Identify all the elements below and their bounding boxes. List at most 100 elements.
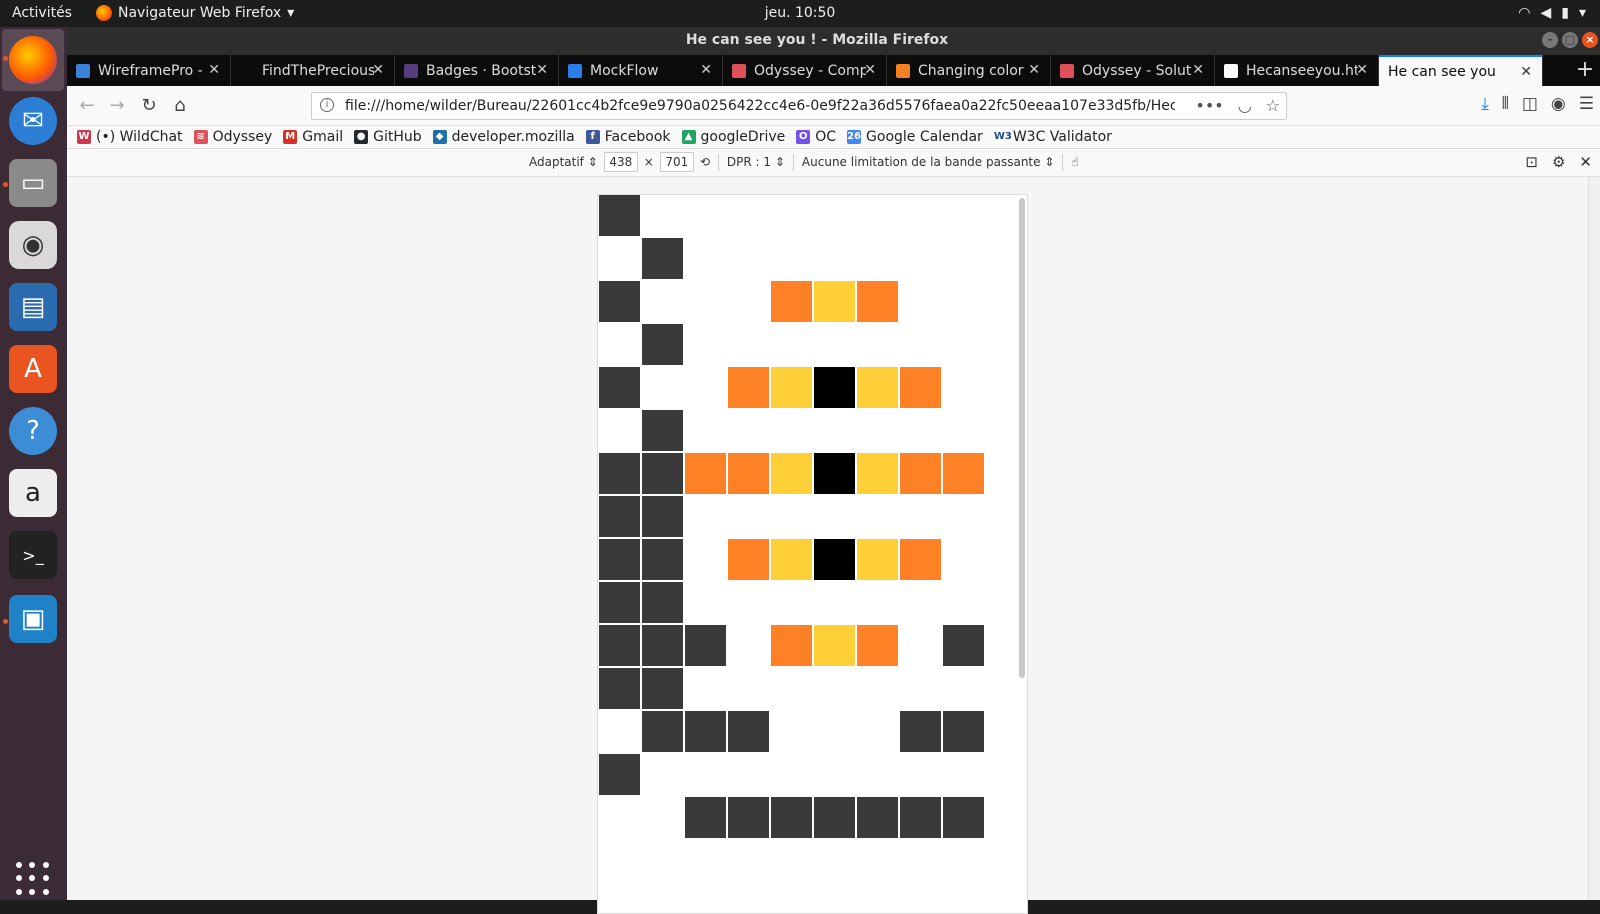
wireframepro-icon — [76, 63, 90, 78]
close-tab-icon[interactable]: ✕ — [1356, 62, 1368, 78]
show-applications-icon[interactable] — [16, 862, 50, 896]
activities-button[interactable]: Activités — [12, 5, 72, 21]
writer-icon[interactable]: ▤ — [9, 283, 57, 331]
grid-cell-dark — [728, 711, 769, 752]
screenshot-icon[interactable]: ⊡ — [1525, 153, 1538, 171]
tab-2[interactable]: Badges · Bootst ✕ — [395, 55, 559, 86]
github-icon — [1224, 63, 1238, 78]
home-icon[interactable]: ⌂ — [168, 94, 192, 118]
viewport-width-input[interactable]: 438 — [603, 152, 638, 172]
rhythmbox-icon[interactable]: ◉ — [9, 221, 57, 269]
software-center-icon[interactable]: A — [9, 345, 57, 393]
page-content-area — [67, 177, 1600, 914]
viewport-height-input[interactable]: 701 — [659, 152, 694, 172]
grid-cell-dark — [900, 797, 941, 838]
close-tab-icon[interactable]: ✕ — [864, 62, 876, 78]
close-rdm-icon[interactable]: ✕ — [1579, 153, 1592, 171]
reload-icon[interactable]: ↻ — [137, 94, 161, 118]
bookmark-8[interactable]: 26 Google Calendar — [847, 129, 983, 145]
page-actions-icon[interactable]: ••• — [1195, 96, 1223, 115]
hamburger-menu-icon[interactable]: ☰ — [1579, 94, 1594, 114]
toolbar-icons: ⤓ ⫴ ◫ ◉ ☰ — [1481, 94, 1594, 114]
wifi-icon[interactable]: ◠ — [1518, 5, 1530, 21]
tab-6[interactable]: Odyssey - Solut ✕ — [1051, 55, 1215, 86]
bookmark-3[interactable]: ● GitHub — [354, 129, 422, 145]
odyssey-icon: ≋ — [193, 130, 208, 144]
tab-5[interactable]: Changing color ✕ — [887, 55, 1051, 86]
volume-icon[interactable]: ◀ — [1540, 5, 1551, 21]
touch-simulation-icon[interactable]: ☝ — [1071, 155, 1078, 169]
tab-4[interactable]: Odyssey - Comp ✕ — [723, 55, 887, 86]
tab-7[interactable]: Hecanseeyou.ht ✕ — [1215, 55, 1379, 86]
url-text[interactable]: file:///home/wilder/Bureau/22601cc4b2fce… — [345, 98, 1175, 114]
grid-cell-dark — [642, 711, 683, 752]
brackets-icon[interactable]: ▣ — [9, 595, 57, 643]
tab-3[interactable]: MockFlow ✕ — [559, 55, 723, 86]
bookmark-6[interactable]: ▲ googleDrive — [681, 129, 785, 145]
github-icon: ● — [354, 130, 369, 144]
account-icon[interactable]: ◉ — [1551, 94, 1566, 114]
tab-label: Odyssey - Solut — [1082, 62, 1192, 79]
mockflow-icon — [568, 63, 582, 78]
app-menu[interactable]: Navigateur Web Firefox ▾ — [96, 5, 294, 21]
tab-label: Odyssey - Comp — [754, 62, 866, 79]
dpr-selector[interactable]: DPR : 1 ⇕ — [727, 155, 785, 169]
bookmark-5[interactable]: f Facebook — [585, 129, 671, 145]
bookmark-7[interactable]: O OC — [796, 129, 836, 145]
help-icon[interactable]: ? — [9, 407, 57, 455]
tab-1[interactable]: FindThePrecious.c✕ — [231, 55, 395, 86]
download-icon[interactable]: ⤓ — [1481, 94, 1489, 114]
info-icon[interactable]: i — [320, 98, 334, 112]
new-tab-button[interactable]: + — [1570, 55, 1600, 86]
bookmark-4[interactable]: ◆ developer.mozilla — [432, 129, 575, 145]
grid-cell-yellow — [771, 453, 812, 494]
bookmark-label: Facebook — [604, 129, 671, 145]
url-bar[interactable]: i file:///home/wilder/Bureau/22601cc4b2f… — [311, 92, 1287, 120]
terminal-icon[interactable]: >_ — [9, 531, 57, 579]
grid-cell-dark — [599, 367, 640, 408]
bookmark-9[interactable]: W3 W3C Validator — [993, 129, 1112, 145]
close-tab-icon[interactable]: ✕ — [372, 62, 384, 78]
grid-cell-orange — [900, 367, 941, 408]
maximize-icon[interactable]: □ — [1562, 32, 1578, 48]
viewport-scrollbar[interactable] — [1019, 198, 1025, 678]
tab-8[interactable]: He can see you ! ✕ — [1379, 55, 1543, 86]
library-icon[interactable]: ⫴ — [1502, 94, 1509, 114]
odyssey-icon — [1060, 63, 1074, 78]
rotate-icon[interactable]: ⟲ — [700, 155, 710, 169]
thunderbird-icon[interactable]: ✉ — [9, 97, 57, 145]
facebook-icon: f — [585, 130, 600, 144]
files-icon[interactable]: ▭ — [9, 159, 57, 207]
settings-gear-icon[interactable]: ⚙ — [1552, 153, 1565, 171]
chevron-down-icon[interactable]: ▾ — [1579, 5, 1586, 21]
forward-arrow-icon[interactable]: → — [105, 94, 129, 118]
blank-page-icon — [240, 63, 254, 78]
bookmark-2[interactable]: M Gmail — [283, 129, 343, 145]
throttling-selector[interactable]: Aucune limitation de la bande passante ⇕ — [802, 155, 1054, 169]
grid-cell-yellow — [814, 281, 855, 322]
close-tab-icon[interactable]: ✕ — [1520, 64, 1532, 80]
page-scrollbar[interactable] — [1588, 177, 1600, 900]
amazon-icon[interactable]: a — [9, 469, 57, 517]
close-tab-icon[interactable]: ✕ — [536, 62, 548, 78]
pocket-icon[interactable]: ◡ — [1238, 96, 1252, 115]
close-window-icon[interactable]: × — [1582, 32, 1598, 48]
bookmark-star-icon[interactable]: ☆ — [1266, 96, 1280, 115]
back-arrow-icon[interactable]: ← — [75, 94, 99, 118]
google-calendar-icon: 26 — [847, 130, 862, 144]
system-tray[interactable]: ◠ ◀ ▮ ▾ — [1518, 5, 1586, 21]
battery-icon[interactable]: ▮ — [1561, 5, 1569, 21]
firefox-icon[interactable] — [9, 36, 57, 84]
tab-0[interactable]: WireframePro - ✕ — [67, 55, 231, 86]
running-indicator — [3, 56, 8, 61]
device-selector[interactable]: Adaptatif ⇕ — [529, 155, 598, 169]
bookmark-0[interactable]: W (•) WildChat — [77, 129, 183, 145]
close-tab-icon[interactable]: ✕ — [700, 62, 712, 78]
bookmark-1[interactable]: ≋ Odyssey — [193, 129, 272, 145]
close-tab-icon[interactable]: ✕ — [208, 62, 220, 78]
minimize-icon[interactable]: – — [1542, 32, 1558, 48]
sidebar-icon[interactable]: ◫ — [1522, 94, 1538, 114]
close-tab-icon[interactable]: ✕ — [1192, 62, 1204, 78]
close-tab-icon[interactable]: ✕ — [1028, 62, 1040, 78]
bookmark-label: W3C Validator — [1012, 129, 1112, 145]
